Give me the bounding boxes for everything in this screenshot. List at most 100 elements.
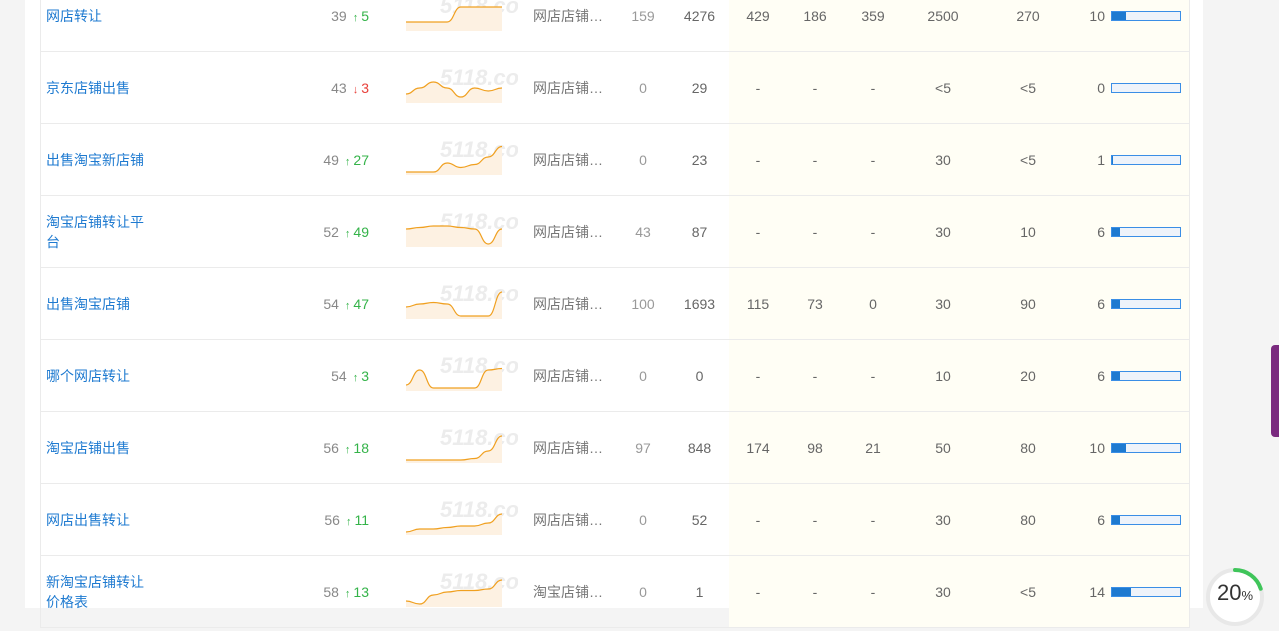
arrow-up-icon: ↑ (344, 587, 351, 600)
table-row: 京东店铺出售 43 ↓3 5118.com 网店店铺… 0 29 - - - <… (41, 52, 1189, 124)
competition-cell: 14 (1071, 556, 1181, 627)
category-cell[interactable]: 网店店铺… (533, 484, 609, 555)
metric-4: - (812, 367, 818, 384)
competition-bar-fill (1112, 227, 1121, 236)
metric-6: 30 (935, 511, 951, 528)
trend-sparkline: 5118.com (405, 569, 518, 607)
rank-value: 56 (324, 511, 340, 528)
competition-bar (1111, 298, 1181, 309)
trend-chart[interactable]: 5118.com (398, 340, 518, 411)
keyword-link[interactable]: 出售淘宝店铺 (46, 268, 146, 339)
progress-indicator: 20% (1204, 566, 1266, 628)
category-cell[interactable]: 网店店铺… (533, 196, 609, 267)
competition-bar (1111, 82, 1181, 93)
metric-7: <5 (1020, 151, 1036, 168)
table-row: 淘宝店铺出售 56 ↑18 5118.com 网店店铺… 97 848 174 … (41, 412, 1189, 484)
competition-bar-fill (1112, 299, 1121, 308)
rank-cell: 43 ↓ 3 (281, 52, 369, 123)
category-cell[interactable]: 网店店铺… (533, 268, 609, 339)
rank-cell: 58 ↑ 13 (281, 556, 369, 627)
category-cell[interactable]: 网店店铺… (533, 0, 609, 51)
metric-7: <5 (1020, 79, 1036, 96)
rank-change: ↑ 27 (344, 151, 369, 168)
trend-chart[interactable]: 5118.com (398, 0, 518, 51)
watermark-logo: 5118.com (440, 281, 518, 306)
metric-4: - (812, 79, 818, 96)
rank-cell: 49 ↑ 27 (281, 124, 369, 195)
trend-sparkline: 5118.com (405, 65, 518, 103)
metric-5: - (870, 151, 876, 168)
trend-sparkline: 5118.com (405, 497, 518, 535)
side-float-tab[interactable] (1271, 345, 1279, 437)
metric-1: 100 (631, 295, 655, 312)
metric-1: 159 (631, 7, 655, 24)
competition-value: 6 (1097, 223, 1105, 240)
rank-value: 54 (323, 295, 339, 312)
metric-6: 10 (935, 367, 951, 384)
metric-7: 80 (1020, 439, 1036, 456)
table-row: 淘宝店铺转让平台 52 ↑49 5118.com 网店店铺… 43 87 - -… (41, 196, 1189, 268)
keyword-link[interactable]: 网店转让 (46, 0, 146, 51)
metric-5: - (870, 367, 876, 384)
keyword-link[interactable]: 网店出售转让 (46, 484, 146, 555)
arrow-up-icon: ↑ (345, 515, 352, 528)
trend-chart[interactable]: 5118.com (398, 484, 518, 555)
metric-4: 98 (807, 439, 823, 456)
trend-chart[interactable]: 5118.com (398, 268, 518, 339)
trend-chart[interactable]: 5118.com (398, 556, 518, 627)
rank-change: ↑ 47 (344, 295, 369, 312)
keyword-link[interactable]: 新淘宝店铺转让价格表 (46, 556, 146, 627)
rank-cell: 52 ↑ 49 (281, 196, 369, 267)
competition-value: 6 (1097, 511, 1105, 528)
rank-cell: 54 ↑ 3 (281, 340, 369, 411)
keyword-link[interactable]: 淘宝店铺转让平台 (46, 196, 146, 267)
category-cell[interactable]: 网店店铺… (533, 52, 609, 123)
competition-bar (1111, 226, 1181, 237)
trend-sparkline: 5118.com (405, 209, 518, 247)
rank-change: ↑ 5 (352, 7, 369, 24)
trend-chart[interactable]: 5118.com (398, 412, 518, 483)
watermark-logo: 5118.com (440, 65, 518, 90)
rank-cell: 54 ↑ 47 (281, 268, 369, 339)
rank-change: ↓ 3 (352, 79, 369, 96)
category-cell[interactable]: 淘宝店铺… (533, 556, 609, 627)
table-row: 出售淘宝新店铺 49 ↑27 5118.com 网店店铺… 0 23 - - -… (41, 124, 1189, 196)
table-row: 新淘宝店铺转让价格表 58 ↑13 5118.com 淘宝店铺… 0 1 - -… (41, 556, 1189, 628)
metric-2: 52 (691, 511, 708, 528)
metric-3: - (755, 511, 761, 528)
competition-value: 10 (1089, 439, 1105, 456)
metric-2: 29 (691, 79, 708, 96)
metric-5: - (870, 79, 876, 96)
arrow-up-icon: ↑ (344, 299, 351, 312)
trend-sparkline: 5118.com (405, 281, 518, 319)
keyword-link[interactable]: 出售淘宝新店铺 (46, 124, 146, 195)
keyword-link[interactable]: 哪个网店转让 (46, 340, 146, 411)
metric-5: - (870, 511, 876, 528)
rank-value: 56 (323, 439, 339, 456)
rank-cell: 39 ↑ 5 (281, 0, 369, 51)
category-cell[interactable]: 网店店铺… (533, 124, 609, 195)
metric-1: 97 (635, 439, 651, 456)
trend-chart[interactable]: 5118.com (398, 52, 518, 123)
rank-change: ↑ 49 (344, 223, 369, 240)
metric-1: 0 (639, 367, 647, 384)
competition-bar (1111, 586, 1181, 597)
trend-chart[interactable]: 5118.com (398, 196, 518, 267)
metric-5: 359 (861, 7, 885, 24)
watermark-logo: 5118.com (440, 353, 518, 378)
category-cell[interactable]: 网店店铺… (533, 340, 609, 411)
competition-value: 6 (1097, 295, 1105, 312)
metric-1: 0 (639, 583, 647, 600)
metric-2: 848 (687, 439, 712, 456)
metric-3: - (755, 223, 761, 240)
arrow-up-icon: ↑ (352, 371, 359, 384)
keyword-link[interactable]: 淘宝店铺出售 (46, 412, 146, 483)
metric-6: 30 (935, 223, 951, 240)
competition-cell: 0 (1071, 52, 1181, 123)
trend-chart[interactable]: 5118.com (398, 124, 518, 195)
competition-cell: 10 (1071, 0, 1181, 51)
keyword-link[interactable]: 京东店铺出售 (46, 52, 146, 123)
category-cell[interactable]: 网店店铺… (533, 412, 609, 483)
arrow-up-icon: ↑ (344, 443, 351, 456)
metric-2: 23 (691, 151, 708, 168)
